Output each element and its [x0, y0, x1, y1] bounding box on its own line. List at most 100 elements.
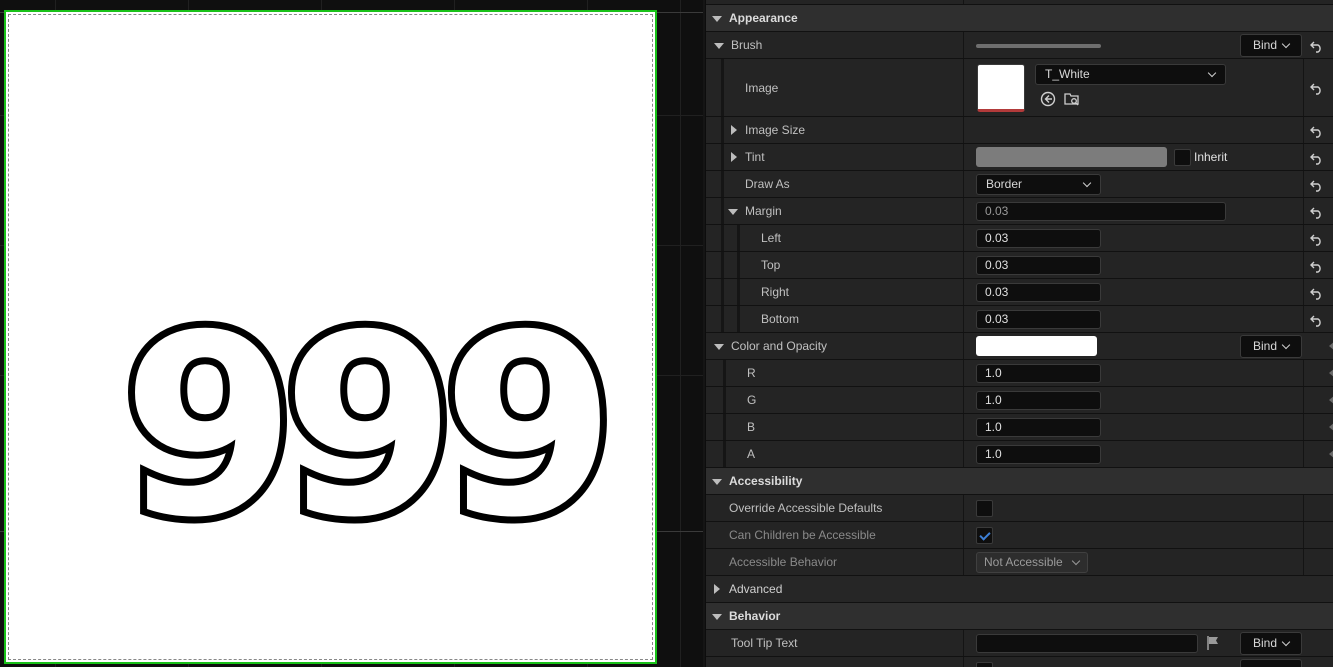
- margin-right-input[interactable]: 0.03: [976, 283, 1101, 302]
- property-label: Tint: [745, 150, 765, 164]
- asset-name: T_White: [1045, 67, 1090, 81]
- property-color-b: B 1.0: [706, 414, 1333, 441]
- reset-to-default-icon[interactable]: [1310, 178, 1324, 192]
- image-thumbnail[interactable]: [977, 64, 1025, 112]
- reset-to-default-icon[interactable]: [1310, 286, 1324, 300]
- collapse-arrow-icon[interactable]: [728, 209, 738, 215]
- property-brush: Brush Bind: [706, 32, 1333, 59]
- property-label: Left: [761, 231, 782, 245]
- property-label: Right: [761, 285, 790, 299]
- collapse-arrow-icon[interactable]: [714, 344, 724, 350]
- margin-top-input[interactable]: 0.03: [976, 256, 1101, 275]
- keyframe-arrow-icon[interactable]: [1329, 449, 1333, 459]
- inherit-checkbox[interactable]: [1174, 149, 1191, 166]
- keyframe-arrow-icon[interactable]: [1329, 368, 1333, 378]
- grid-line: [680, 0, 681, 667]
- property-margin-left: Left 0.03: [706, 225, 1333, 252]
- color-g-input[interactable]: 1.0: [976, 391, 1101, 410]
- selected-image-widget[interactable]: 999: [4, 10, 657, 664]
- bind-label: Bind: [1253, 38, 1278, 52]
- margin-left-input[interactable]: 0.03: [976, 229, 1101, 248]
- chevron-down-icon: [1281, 637, 1291, 647]
- next-row: [706, 657, 1333, 667]
- collapse-arrow-icon[interactable]: [712, 479, 722, 485]
- next-row-bind-button[interactable]: [1240, 659, 1302, 667]
- property-label: A: [747, 447, 756, 461]
- keyframe-arrow-icon[interactable]: [1329, 341, 1333, 351]
- image-asset-picker[interactable]: T_White: [1035, 64, 1226, 85]
- use-selected-asset-icon[interactable]: [1040, 91, 1056, 107]
- property-tint: Tint Inherit: [706, 144, 1333, 171]
- chevron-down-icon: [1207, 68, 1217, 78]
- property-label: Top: [761, 258, 781, 272]
- collapse-arrow-icon[interactable]: [712, 16, 722, 22]
- chevron-down-icon: [1281, 39, 1291, 49]
- browse-asset-icon[interactable]: [1064, 91, 1080, 107]
- reset-to-default-icon[interactable]: [1310, 81, 1324, 95]
- expand-arrow-icon[interactable]: [731, 152, 737, 162]
- tooltip-bind-button[interactable]: Bind: [1240, 632, 1302, 655]
- property-label: Draw As: [745, 177, 790, 191]
- category-accessibility[interactable]: Accessibility: [706, 468, 1333, 495]
- reset-to-default-icon[interactable]: [1310, 205, 1324, 219]
- property-label: R: [747, 366, 756, 380]
- next-row-checkbox[interactable]: [976, 662, 993, 667]
- expand-arrow-icon[interactable]: [731, 125, 737, 135]
- property-label: Tool Tip Text: [731, 636, 798, 650]
- accessible-behavior-dropdown[interactable]: Not Accessible: [976, 552, 1088, 573]
- category-advanced[interactable]: Advanced: [706, 576, 1333, 603]
- color-bind-button[interactable]: Bind: [1240, 335, 1302, 358]
- property-label: Override Accessible Defaults: [729, 501, 883, 515]
- property-tool-tip-text: Tool Tip Text Bind: [706, 630, 1333, 657]
- chevron-down-icon: [1082, 178, 1092, 188]
- indent-guide: [721, 59, 724, 116]
- margin-uniform-input[interactable]: 0.03: [976, 202, 1226, 221]
- indent-guide: [721, 306, 724, 332]
- brush-preview-bar: [976, 44, 1101, 48]
- color-b-input[interactable]: 1.0: [976, 418, 1101, 437]
- indent-guide: [721, 279, 724, 305]
- property-margin-top: Top 0.03: [706, 252, 1333, 279]
- property-image: Image T_White: [706, 59, 1333, 117]
- override-accessible-checkbox[interactable]: [976, 500, 993, 517]
- category-appearance[interactable]: Appearance: [706, 5, 1333, 32]
- collapse-arrow-icon[interactable]: [714, 43, 724, 49]
- color-swatch[interactable]: [976, 336, 1097, 356]
- reset-to-default-icon[interactable]: [1310, 313, 1324, 327]
- brush-bind-button[interactable]: Bind: [1240, 34, 1302, 57]
- designer-viewport[interactable]: 999: [0, 0, 703, 667]
- localization-flag-icon[interactable]: [1205, 635, 1221, 651]
- color-r-input[interactable]: 1.0: [976, 364, 1101, 383]
- category-label: Advanced: [729, 582, 783, 596]
- reset-to-default-icon[interactable]: [1310, 39, 1324, 53]
- property-label: G: [747, 393, 757, 407]
- reset-to-default-icon[interactable]: [1310, 259, 1324, 273]
- property-label: Image Size: [745, 123, 806, 137]
- tooltip-text-input[interactable]: [976, 634, 1198, 653]
- indent-guide: [737, 225, 740, 251]
- keyframe-arrow-icon[interactable]: [1329, 422, 1333, 432]
- indent-guide: [737, 252, 740, 278]
- indent-guide: [721, 171, 724, 197]
- draw-as-dropdown[interactable]: Border: [976, 174, 1101, 195]
- category-label: Behavior: [729, 609, 781, 623]
- property-override-accessible-defaults: Override Accessible Defaults: [706, 495, 1333, 522]
- children-accessible-checkbox[interactable]: [976, 527, 993, 544]
- keyframe-arrow-icon[interactable]: [1329, 395, 1333, 405]
- category-behavior[interactable]: Behavior: [706, 603, 1333, 630]
- reset-to-default-icon[interactable]: [1310, 151, 1324, 165]
- property-label: Bottom: [761, 312, 800, 326]
- expand-arrow-icon[interactable]: [714, 584, 720, 594]
- reset-to-default-icon[interactable]: [1310, 124, 1324, 138]
- collapse-arrow-icon[interactable]: [712, 614, 722, 620]
- counter-text-widget: 999: [6, 298, 655, 558]
- reset-to-default-icon[interactable]: [1310, 232, 1324, 246]
- property-margin-bottom: Bottom 0.03: [706, 306, 1333, 333]
- color-a-input[interactable]: 1.0: [976, 445, 1101, 464]
- indent-guide: [723, 360, 726, 386]
- margin-bottom-input[interactable]: 0.03: [976, 310, 1101, 329]
- property-label: Can Children be Accessible: [729, 528, 876, 542]
- counter-text: 999: [122, 298, 602, 558]
- indent-guide: [721, 198, 724, 224]
- tint-color-swatch[interactable]: [976, 147, 1167, 167]
